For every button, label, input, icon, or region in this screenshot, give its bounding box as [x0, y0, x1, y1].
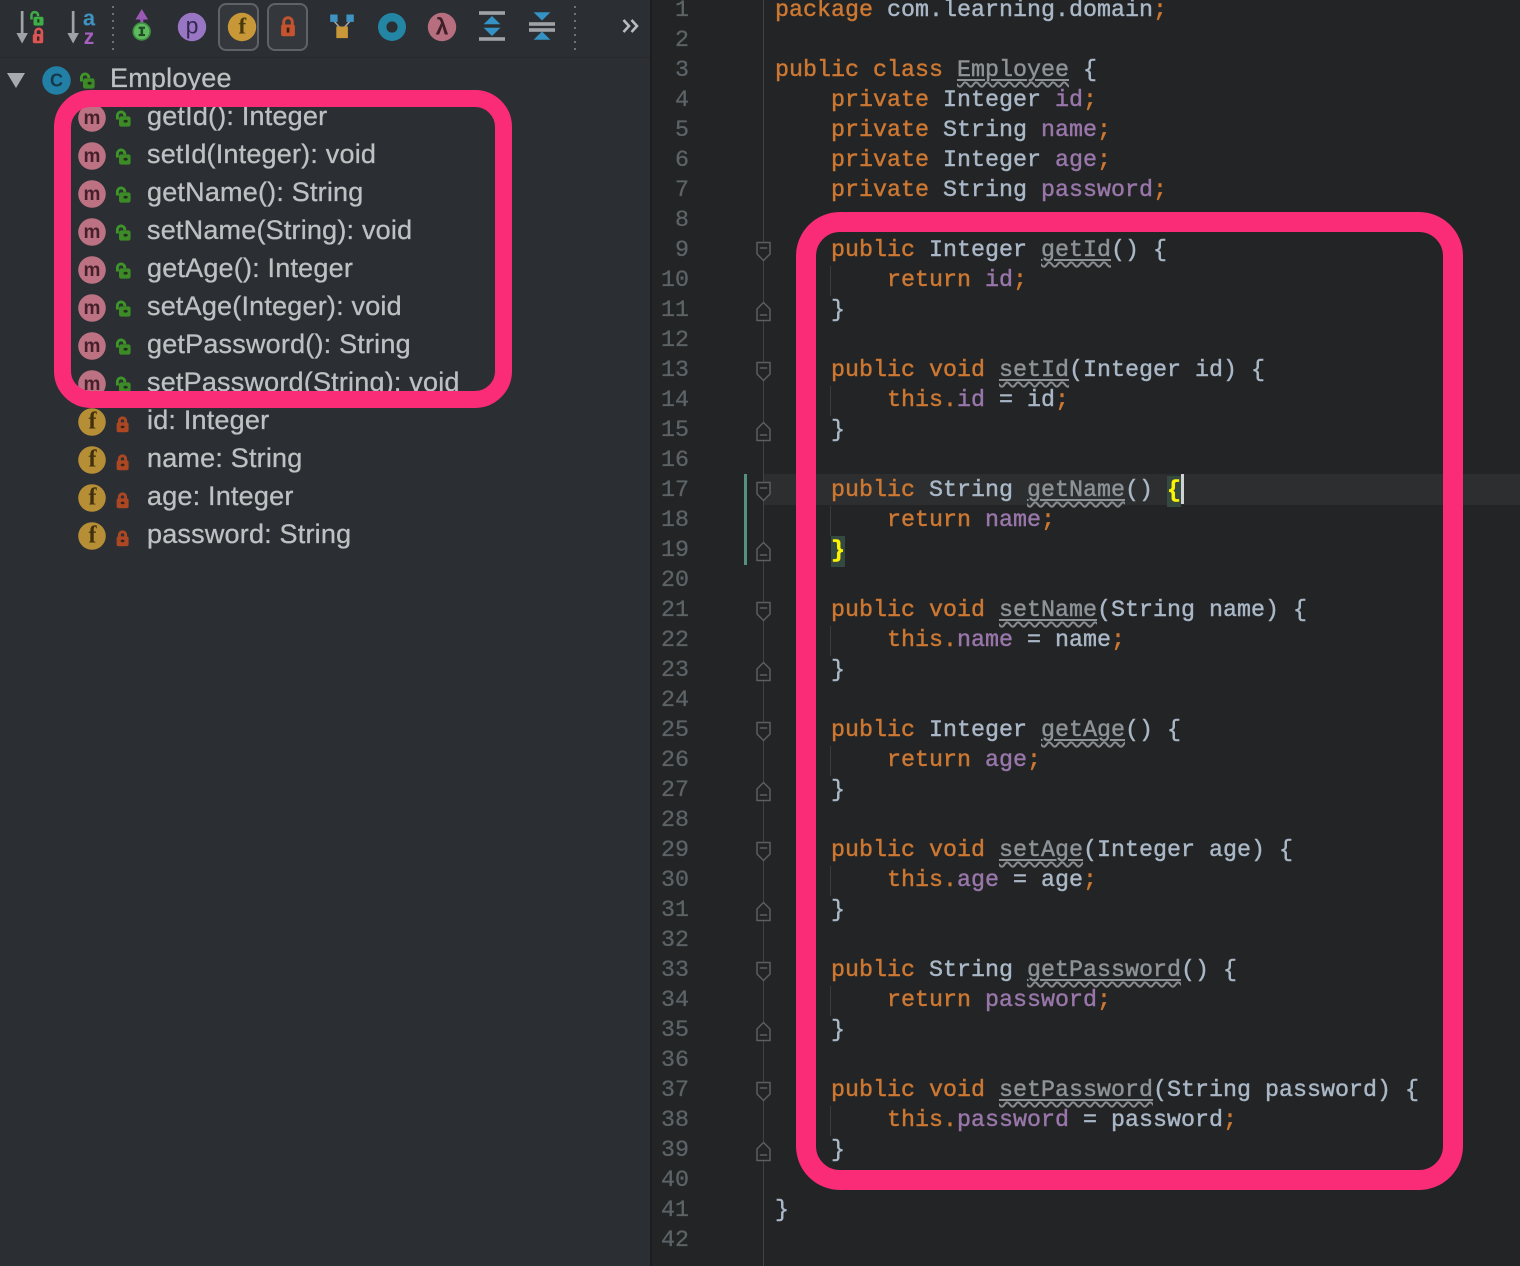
svg-text:λ: λ: [436, 14, 449, 40]
svg-text:f: f: [238, 14, 246, 39]
svg-text:C: C: [50, 71, 63, 91]
svg-text:f: f: [89, 485, 98, 511]
svg-text:f: f: [89, 409, 98, 435]
svg-text:p: p: [186, 13, 199, 39]
svg-text:f: f: [89, 523, 98, 549]
svg-text:z: z: [84, 26, 95, 48]
svg-text:f: f: [89, 447, 98, 473]
